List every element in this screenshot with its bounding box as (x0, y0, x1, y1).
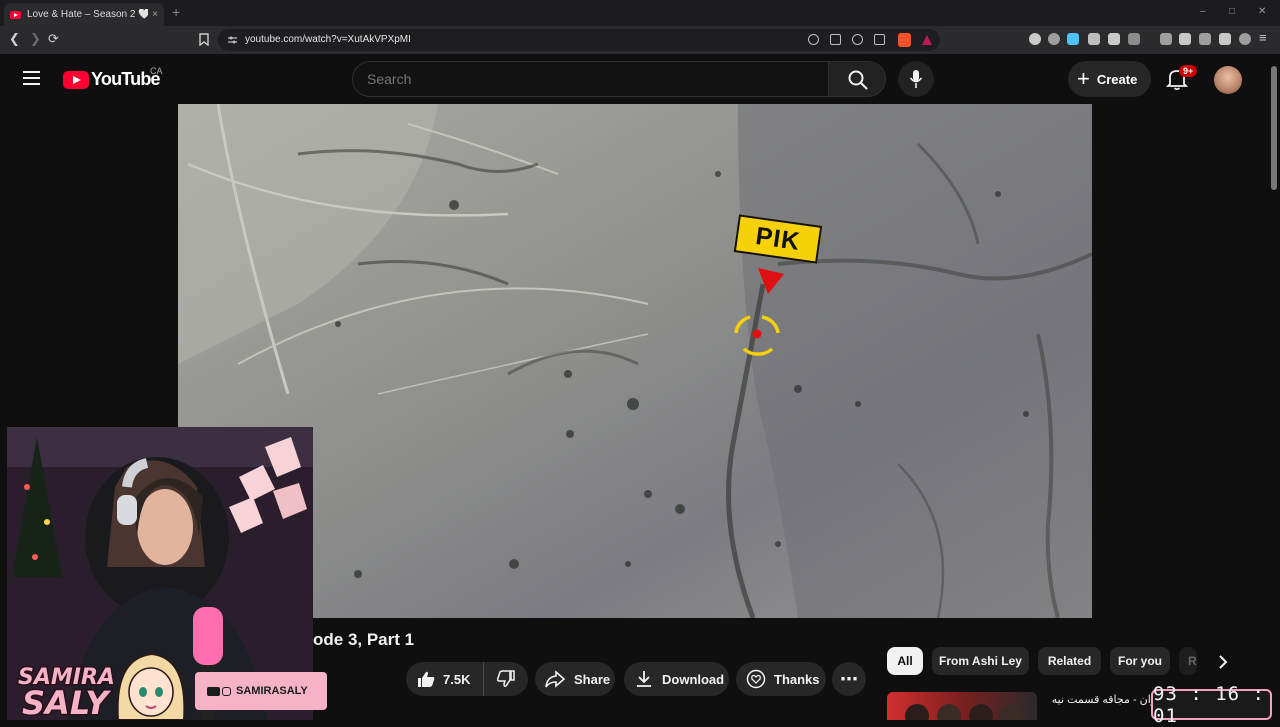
chip-partial-label: R (1188, 654, 1197, 668)
extension-vpn-icon[interactable] (1048, 33, 1060, 45)
plus-icon: + (1077, 66, 1090, 91)
forward-icon[interactable]: ❯ (30, 31, 41, 47)
share-icon (545, 670, 565, 688)
dislike-button[interactable] (484, 662, 528, 696)
share-label: Share (574, 671, 611, 687)
thumbs-up-icon (418, 671, 435, 687)
extension-translate-icon[interactable] (1067, 33, 1079, 45)
browser-menu-icon[interactable]: ≡ (1259, 30, 1267, 45)
video-title: ode 3, Part 1 (313, 630, 415, 649)
bookmark-icon[interactable] (199, 33, 209, 46)
sidebar-icon[interactable] (1179, 33, 1191, 45)
like-button[interactable]: 7.5K (406, 662, 484, 696)
leo-ai-icon[interactable] (1219, 33, 1231, 45)
youtube-social-icon (207, 686, 220, 696)
satellite-map-frame (178, 104, 1092, 618)
microphone-icon (909, 70, 923, 88)
vpn-icon[interactable] (1239, 33, 1251, 45)
recommended-video-thumbnail[interactable] (887, 692, 1037, 727)
browser-toolbar: ❮ ❯ ⟳ youtube.com/watch?v=XutAkVPXpMI ≡ (0, 26, 1280, 54)
site-settings-icon[interactable] (227, 35, 238, 45)
recommended-video-title[interactable]: ایران - مجاقه قسمت نیه (1043, 693, 1163, 706)
chip-partial[interactable]: R (1179, 647, 1197, 675)
chip-all[interactable]: All (887, 647, 923, 675)
search-input[interactable] (367, 71, 807, 87)
location-flag-label: PIK (753, 221, 803, 256)
notification-count-badge: 9+ (1179, 65, 1198, 77)
maximize-button[interactable]: □ (1229, 6, 1235, 17)
thanks-label: Thanks (774, 671, 820, 687)
country-code: CA (150, 66, 163, 76)
hamburger-menu-icon[interactable] (23, 71, 40, 85)
video-player[interactable]: PIK (178, 104, 1092, 618)
chevron-right-icon[interactable] (1212, 651, 1234, 673)
like-dislike-group: 7.5K (406, 662, 528, 696)
youtube-header: YouTube CA + Create 9+ (0, 54, 1280, 104)
close-window-button[interactable]: ✕ (1258, 6, 1266, 17)
camera-blocked-icon[interactable] (808, 34, 819, 45)
share-page-icon[interactable] (874, 34, 885, 45)
instagram-social-icon (222, 686, 231, 696)
brave-rewards-icon[interactable] (922, 35, 932, 45)
browser-tab-title: Love & Hate – Season 2 🤍💔 E (27, 9, 149, 20)
chip-from-ashi-ley-label: From Ashi Ley (939, 654, 1022, 668)
chip-for-you-label: For you (1118, 654, 1162, 668)
address-bar[interactable]: youtube.com/watch?v=XutAkVPXpMI (218, 29, 940, 51)
new-tab-button[interactable]: + (172, 4, 180, 20)
chip-from-ashi-ley[interactable]: From Ashi Ley (932, 647, 1029, 675)
thanks-button[interactable]: Thanks (736, 662, 826, 696)
voice-search-button[interactable] (898, 61, 934, 97)
youtube-logo[interactable]: YouTube (63, 69, 161, 90)
social-handle-banner: SAMIRASALY (195, 672, 327, 710)
youtube-play-icon (63, 70, 89, 89)
minimize-button[interactable]: – (1200, 6, 1206, 17)
thanks-heart-icon (746, 669, 766, 689)
reload-icon[interactable]: ⟳ (48, 31, 59, 47)
youtube-favicon-icon (10, 10, 21, 19)
more-actions-button[interactable]: ⋯ (832, 662, 866, 696)
create-label: Create (1096, 71, 1138, 87)
search-icon (848, 70, 868, 90)
account-avatar[interactable] (1214, 66, 1242, 94)
extension-script-icon[interactable] (1088, 33, 1100, 45)
download-label: Download (662, 671, 725, 687)
wallet-icon[interactable] (1199, 33, 1211, 45)
chip-all-label: All (897, 654, 913, 668)
chip-for-you[interactable]: For you (1110, 647, 1170, 675)
target-reticle-icon (734, 315, 780, 356)
download-button[interactable]: Download (624, 662, 729, 696)
like-count: 7.5K (443, 671, 471, 687)
thumbnail-faces (905, 704, 1023, 727)
cast-icon[interactable] (830, 34, 841, 45)
chip-related[interactable]: Related (1038, 647, 1101, 675)
thumbs-down-icon (497, 670, 515, 687)
browser-tab-strip: Love & Hate – Season 2 🤍💔 E × + – □ ✕ (0, 0, 1280, 26)
extension-shield-icon[interactable] (1029, 33, 1041, 45)
more-actions-icon: ⋯ (840, 668, 858, 689)
search-box (352, 61, 829, 97)
zoom-icon[interactable] (852, 34, 863, 45)
search-button[interactable] (828, 61, 886, 97)
music-icon[interactable] (1160, 33, 1172, 45)
samira-saly-logo: SAMIRA SALY (17, 664, 115, 721)
chip-related-label: Related (1047, 654, 1092, 668)
cartoon-avatar (116, 652, 186, 720)
red-pointer-marker-icon (758, 268, 784, 294)
subathon-timer: 93 : 16 : 01 (1151, 683, 1272, 727)
page-scrollbar[interactable] (1271, 66, 1277, 190)
create-button[interactable]: + Create (1068, 61, 1151, 97)
tab-close-button[interactable]: × (152, 9, 158, 20)
share-button[interactable]: Share (535, 662, 615, 696)
browser-tab[interactable]: Love & Hate – Season 2 🤍💔 E × (4, 3, 164, 26)
back-icon[interactable]: ❮ (9, 31, 20, 47)
logo-line-2: SALY (22, 684, 111, 720)
download-icon (637, 671, 651, 687)
extension-capture-icon[interactable] (1128, 33, 1140, 45)
extensions-puzzle-icon[interactable] (1108, 33, 1120, 45)
social-handle-text: SAMIRASALY (236, 685, 308, 697)
url-text[interactable]: youtube.com/watch?v=XutAkVPXpMI (245, 34, 411, 45)
brave-shields-icon[interactable] (898, 33, 911, 47)
